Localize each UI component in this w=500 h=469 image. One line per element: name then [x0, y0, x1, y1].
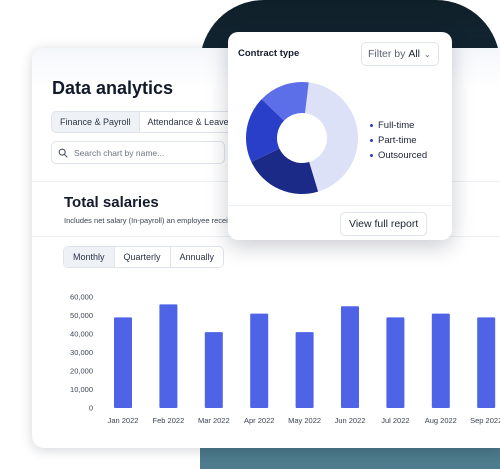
salaries-bar-chart: 60,000 50,000 40,000 30,000 20,000 10,000 0 Jan… [70, 293, 500, 426]
tab-finance-payroll[interactable]: Finance & Payroll [52, 112, 139, 132]
legend-label: Full-time [378, 120, 415, 131]
x-tick-label: Jun 2022 [335, 416, 366, 425]
y-tick-label: 10,000 [70, 385, 93, 394]
y-tick-label: 40,000 [70, 330, 93, 339]
chevron-down-icon: ⌄ [424, 49, 431, 59]
period-tabs: Monthly Quarterly Annually [63, 246, 225, 268]
bar[interactable] [204, 332, 223, 408]
tab-attendance-leaves[interactable]: Attendance & Leaves [138, 112, 242, 132]
x-tick-label: Apr 2022 [244, 416, 274, 425]
y-tick-label: 30,000 [70, 348, 93, 357]
filter-label: Filter by [368, 48, 406, 60]
tab-monthly[interactable]: Monthly [64, 247, 114, 267]
tab-annually[interactable]: Annually [169, 247, 224, 267]
legend-item: Full-time [370, 118, 427, 133]
bar[interactable] [386, 317, 405, 408]
legend-item: Outsourced [370, 148, 427, 163]
x-tick-label: May 2022 [288, 416, 321, 425]
legend-item: Part-time [370, 133, 427, 148]
donut-legend: Full-time Part-time Outsourced [370, 118, 427, 163]
search-icon [58, 148, 68, 158]
legend-dot-icon [370, 124, 373, 127]
page-title: Data analytics [52, 78, 174, 98]
section-subtitle: Includes net salary (In-payroll) an empl… [64, 216, 228, 225]
search-input[interactable] [74, 147, 214, 158]
legend-dot-icon [370, 154, 373, 157]
bar[interactable] [250, 313, 269, 408]
bar[interactable] [477, 317, 496, 408]
x-tick-label: Feb 2022 [153, 416, 185, 425]
bar[interactable] [159, 304, 178, 408]
search-box[interactable] [51, 141, 225, 164]
x-tick-label: Jul 2022 [381, 416, 409, 425]
view-full-report-button[interactable]: View full report [340, 212, 428, 236]
bar[interactable] [114, 317, 132, 408]
y-tick-label: 20,000 [70, 367, 93, 376]
filter-dropdown[interactable]: Filter by All ⌄ [361, 42, 439, 66]
bar[interactable] [431, 313, 450, 408]
section-title: Total salaries [64, 194, 159, 211]
x-tick-label: Mar 2022 [198, 416, 230, 425]
y-tick-label: 0 [89, 404, 93, 413]
x-tick-label: Sep 2022 [470, 416, 500, 425]
y-tick-label: 50,000 [70, 311, 93, 320]
category-tabs: Finance & Payroll Attendance & Leaves [51, 111, 243, 133]
x-tick-label: Jan 2022 [108, 416, 139, 425]
x-tick-label: Aug 2022 [425, 416, 457, 425]
y-tick-label: 60,000 [70, 293, 93, 302]
bar[interactable] [295, 332, 314, 408]
divider [228, 205, 452, 206]
legend-dot-icon [370, 139, 373, 142]
legend-label: Part-time [378, 135, 417, 146]
popup-title: Contract type [238, 48, 300, 59]
filter-value: All [408, 48, 421, 60]
bar[interactable] [341, 306, 359, 408]
contract-type-popup: Contract type Filter by All ⌄ Full-time … [228, 32, 452, 240]
legend-label: Outsourced [378, 150, 428, 161]
contract-type-donut [246, 82, 358, 194]
tab-quarterly[interactable]: Quarterly [113, 247, 170, 267]
